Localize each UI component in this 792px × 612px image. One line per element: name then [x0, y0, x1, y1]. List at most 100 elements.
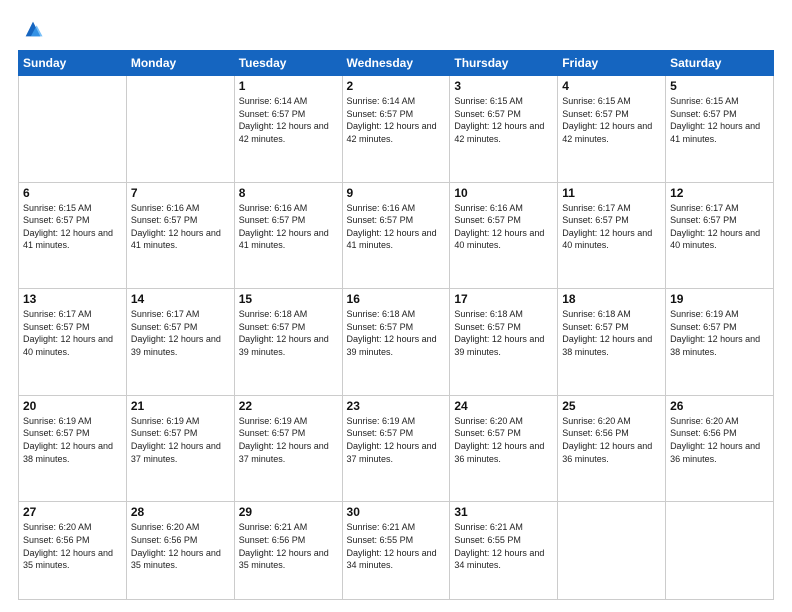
day-info: Sunrise: 6:16 AM Sunset: 6:57 PM Dayligh… [454, 202, 553, 252]
calendar-header-row: SundayMondayTuesdayWednesdayThursdayFrid… [19, 51, 774, 76]
day-number: 20 [23, 399, 122, 413]
day-info: Sunrise: 6:20 AM Sunset: 6:56 PM Dayligh… [23, 521, 122, 571]
calendar-week-2: 6Sunrise: 6:15 AM Sunset: 6:57 PM Daylig… [19, 182, 774, 289]
header [18, 18, 774, 40]
calendar-cell: 18Sunrise: 6:18 AM Sunset: 6:57 PM Dayli… [558, 289, 666, 396]
day-info: Sunrise: 6:17 AM Sunset: 6:57 PM Dayligh… [562, 202, 661, 252]
calendar-cell: 29Sunrise: 6:21 AM Sunset: 6:56 PM Dayli… [234, 502, 342, 600]
day-number: 1 [239, 79, 338, 93]
page: SundayMondayTuesdayWednesdayThursdayFrid… [0, 0, 792, 612]
calendar-week-3: 13 Sunrise: 6:17 AM Sunset: 6:57 PM Dayli… [19, 289, 774, 396]
calendar-header-monday: Monday [126, 51, 234, 76]
day-info: Sunrise: 6:18 AM Sunset: 6:57 PM Dayligh… [347, 308, 446, 358]
day-info: Sunrise: 6:19 AM Sunset: 6:57 PM Dayligh… [670, 308, 769, 358]
day-info: Sunrise: 6:18 AM Sunset: 6:57 PM Dayligh… [239, 308, 338, 358]
calendar-cell: 17 Sunrise: 6:18 AM Sunset: 6:57 PM Dayli… [450, 289, 558, 396]
calendar-cell: 12Sunrise: 6:17 AM Sunset: 6:57 PM Dayli… [666, 182, 774, 289]
day-number: 21 [131, 399, 230, 413]
calendar-cell: 21 Sunrise: 6:19 AM Sunset: 6:57 PM Dayli… [126, 395, 234, 502]
day-info: Sunrise: 6:17 AM Sunset: 6:57 PM Dayligh… [23, 308, 122, 358]
calendar-week-5: 27 Sunrise: 6:20 AM Sunset: 6:56 PM Dayli… [19, 502, 774, 600]
day-number: 16 [347, 292, 446, 306]
calendar-header-tuesday: Tuesday [234, 51, 342, 76]
day-info: Sunrise: 6:14 AM Sunset: 6:57 PM Dayligh… [239, 95, 338, 145]
calendar-cell: 6Sunrise: 6:15 AM Sunset: 6:57 PM Daylig… [19, 182, 127, 289]
calendar-header-sunday: Sunday [19, 51, 127, 76]
day-number: 12 [670, 186, 769, 200]
day-info: Sunrise: 6:17 AM Sunset: 6:57 PM Dayligh… [131, 308, 230, 358]
day-info: Sunrise: 6:15 AM Sunset: 6:57 PM Dayligh… [562, 95, 661, 145]
day-info: Sunrise: 6:21 AM Sunset: 6:56 PM Dayligh… [239, 521, 338, 571]
day-number: 11 [562, 186, 661, 200]
calendar-cell: 30 Sunrise: 6:21 AM Sunset: 6:55 PM Dayli… [342, 502, 450, 600]
calendar-cell: 10 Sunrise: 6:16 AM Sunset: 6:57 PM Dayli… [450, 182, 558, 289]
calendar-week-1: 1 Sunrise: 6:14 AM Sunset: 6:57 PM Daylig… [19, 76, 774, 183]
day-number: 23 [347, 399, 446, 413]
day-info: Sunrise: 6:16 AM Sunset: 6:57 PM Dayligh… [239, 202, 338, 252]
day-number: 19 [670, 292, 769, 306]
calendar-cell: 26 Sunrise: 6:20 AM Sunset: 6:56 PM Dayli… [666, 395, 774, 502]
day-number: 13 [23, 292, 122, 306]
calendar-cell: 13 Sunrise: 6:17 AM Sunset: 6:57 PM Dayli… [19, 289, 127, 396]
calendar-cell: 9 Sunrise: 6:16 AM Sunset: 6:57 PM Daylig… [342, 182, 450, 289]
calendar-cell: 22 Sunrise: 6:19 AM Sunset: 6:57 PM Dayli… [234, 395, 342, 502]
day-number: 25 [562, 399, 661, 413]
day-number: 27 [23, 505, 122, 519]
calendar-cell: 7Sunrise: 6:16 AM Sunset: 6:57 PM Daylig… [126, 182, 234, 289]
day-info: Sunrise: 6:16 AM Sunset: 6:57 PM Dayligh… [347, 202, 446, 252]
day-number: 3 [454, 79, 553, 93]
day-info: Sunrise: 6:20 AM Sunset: 6:57 PM Dayligh… [454, 415, 553, 465]
calendar-cell: 20 Sunrise: 6:19 AM Sunset: 6:57 PM Dayli… [19, 395, 127, 502]
calendar-cell: 31 Sunrise: 6:21 AM Sunset: 6:55 PM Dayli… [450, 502, 558, 600]
day-number: 30 [347, 505, 446, 519]
calendar-table: SundayMondayTuesdayWednesdayThursdayFrid… [18, 50, 774, 600]
calendar-cell: 27 Sunrise: 6:20 AM Sunset: 6:56 PM Dayli… [19, 502, 127, 600]
calendar-header-wednesday: Wednesday [342, 51, 450, 76]
day-number: 5 [670, 79, 769, 93]
calendar-cell: 19 Sunrise: 6:19 AM Sunset: 6:57 PM Dayli… [666, 289, 774, 396]
calendar-cell: 5 Sunrise: 6:15 AM Sunset: 6:57 PM Daylig… [666, 76, 774, 183]
day-info: Sunrise: 6:15 AM Sunset: 6:57 PM Dayligh… [670, 95, 769, 145]
day-number: 4 [562, 79, 661, 93]
day-info: Sunrise: 6:19 AM Sunset: 6:57 PM Dayligh… [239, 415, 338, 465]
day-info: Sunrise: 6:19 AM Sunset: 6:57 PM Dayligh… [347, 415, 446, 465]
day-number: 14 [131, 292, 230, 306]
calendar-cell [558, 502, 666, 600]
calendar-cell: 3 Sunrise: 6:15 AM Sunset: 6:57 PM Daylig… [450, 76, 558, 183]
day-number: 31 [454, 505, 553, 519]
day-info: Sunrise: 6:20 AM Sunset: 6:56 PM Dayligh… [670, 415, 769, 465]
day-number: 2 [347, 79, 446, 93]
day-info: Sunrise: 6:20 AM Sunset: 6:56 PM Dayligh… [131, 521, 230, 571]
calendar-cell: 2 Sunrise: 6:14 AM Sunset: 6:57 PM Daylig… [342, 76, 450, 183]
logo [18, 18, 44, 40]
day-number: 24 [454, 399, 553, 413]
day-info: Sunrise: 6:16 AM Sunset: 6:57 PM Dayligh… [131, 202, 230, 252]
calendar-cell: 8 Sunrise: 6:16 AM Sunset: 6:57 PM Daylig… [234, 182, 342, 289]
day-number: 15 [239, 292, 338, 306]
day-info: Sunrise: 6:21 AM Sunset: 6:55 PM Dayligh… [347, 521, 446, 571]
day-info: Sunrise: 6:15 AM Sunset: 6:57 PM Dayligh… [454, 95, 553, 145]
day-info: Sunrise: 6:18 AM Sunset: 6:57 PM Dayligh… [454, 308, 553, 358]
day-number: 10 [454, 186, 553, 200]
calendar-cell: 25 Sunrise: 6:20 AM Sunset: 6:56 PM Dayli… [558, 395, 666, 502]
day-info: Sunrise: 6:14 AM Sunset: 6:57 PM Dayligh… [347, 95, 446, 145]
calendar-cell [666, 502, 774, 600]
day-info: Sunrise: 6:19 AM Sunset: 6:57 PM Dayligh… [131, 415, 230, 465]
day-number: 8 [239, 186, 338, 200]
calendar-cell: 24 Sunrise: 6:20 AM Sunset: 6:57 PM Dayli… [450, 395, 558, 502]
day-number: 22 [239, 399, 338, 413]
day-info: Sunrise: 6:19 AM Sunset: 6:57 PM Dayligh… [23, 415, 122, 465]
calendar-header-thursday: Thursday [450, 51, 558, 76]
day-info: Sunrise: 6:20 AM Sunset: 6:56 PM Dayligh… [562, 415, 661, 465]
day-number: 26 [670, 399, 769, 413]
day-info: Sunrise: 6:21 AM Sunset: 6:55 PM Dayligh… [454, 521, 553, 571]
day-info: Sunrise: 6:18 AM Sunset: 6:57 PM Dayligh… [562, 308, 661, 358]
day-number: 17 [454, 292, 553, 306]
calendar-cell [19, 76, 127, 183]
day-info: Sunrise: 6:15 AM Sunset: 6:57 PM Dayligh… [23, 202, 122, 252]
calendar-cell: 14 Sunrise: 6:17 AM Sunset: 6:57 PM Dayli… [126, 289, 234, 396]
day-number: 9 [347, 186, 446, 200]
calendar-cell: 11 Sunrise: 6:17 AM Sunset: 6:57 PM Dayli… [558, 182, 666, 289]
day-number: 28 [131, 505, 230, 519]
logo-icon [22, 18, 44, 40]
